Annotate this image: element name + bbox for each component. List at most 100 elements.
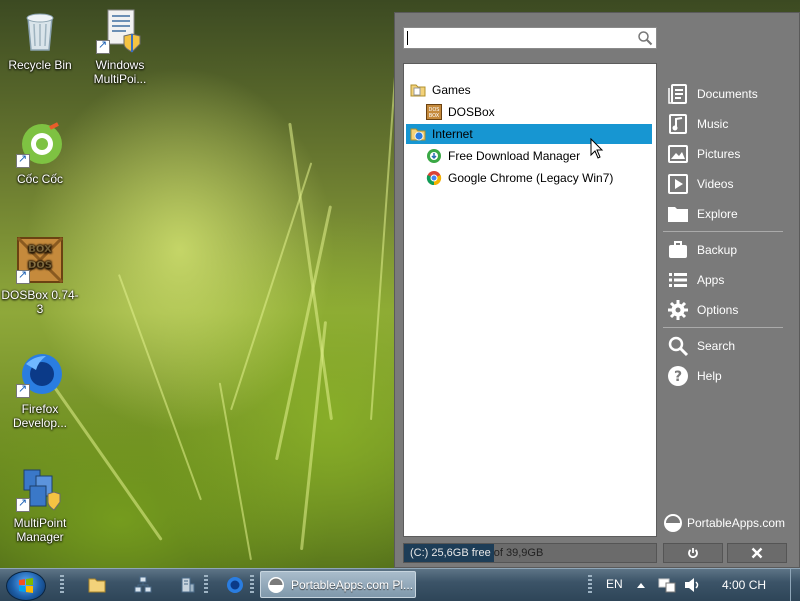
- quicklaunch-firefox[interactable]: [222, 573, 248, 597]
- multipoint-doc-icon: [96, 6, 144, 54]
- menu-options-label: Options: [697, 303, 739, 317]
- menu-search[interactable]: Search: [667, 333, 791, 359]
- menu-backup-label: Backup: [697, 243, 738, 257]
- menu-videos-label: Videos: [697, 177, 734, 191]
- desktop-icon-label: MultiPoint Manager: [13, 516, 67, 544]
- portableapps-logo-icon: [664, 514, 682, 532]
- tree-item-dosbox[interactable]: DOS BOX DOSBox: [426, 102, 650, 122]
- recycle-bin-icon: [16, 6, 64, 54]
- quicklaunch-server[interactable]: [174, 573, 200, 597]
- tree-item-google-chrome[interactable]: Google Chrome (Legacy Win7): [426, 168, 650, 188]
- desktop-icon-coccoc[interactable]: Cốc Cốc: [0, 120, 80, 186]
- menu-videos[interactable]: Videos: [667, 171, 791, 197]
- network-status-icon[interactable]: [658, 577, 676, 593]
- menu-apps[interactable]: Apps: [667, 267, 791, 293]
- shortcut-arrow-icon: [16, 496, 30, 512]
- volume-icon[interactable]: [684, 577, 702, 593]
- svg-text:BOX: BOX: [28, 244, 52, 255]
- menu-documents[interactable]: Documents: [667, 81, 791, 107]
- menu-pictures[interactable]: Pictures: [667, 141, 791, 167]
- menu-backup[interactable]: Backup: [667, 237, 791, 263]
- portableapps-logo-icon: [268, 576, 284, 593]
- chrome-icon: [426, 170, 442, 186]
- taskbar-task-label: PortableApps.com Pl...: [291, 577, 414, 592]
- menu-pictures-label: Pictures: [697, 147, 741, 161]
- tree-label: Games: [432, 83, 471, 97]
- tree-folder-internet[interactable]: Internet: [406, 124, 652, 144]
- portableapps-brand[interactable]: PortableApps.com: [663, 513, 785, 533]
- start-button[interactable]: [6, 571, 46, 601]
- desktop-icon-multipoint-manager[interactable]: MultiPoint Manager: [0, 464, 80, 544]
- server-icon: [181, 577, 195, 593]
- quicklaunch-explorer[interactable]: [84, 573, 110, 597]
- drive-total-text: of 39,9GB: [490, 547, 544, 559]
- menu-music[interactable]: Music: [667, 111, 791, 137]
- portableapps-menu: Games DOS BOX DOSBox Internet Free Downlo…: [394, 12, 800, 568]
- desktop-icon-label: DOSBox 0.74-3: [1, 288, 79, 316]
- menu-music-label: Music: [697, 117, 729, 131]
- taskbar-portableapps-task[interactable]: PortableApps.com Pl...: [260, 571, 416, 598]
- menu-explore[interactable]: Explore: [667, 201, 791, 227]
- desktop-icon-firefox-dev[interactable]: Firefox Develop...: [0, 350, 80, 430]
- network-icon: [134, 576, 152, 593]
- help-icon: ?: [667, 365, 689, 387]
- clock[interactable]: 4:00 CH: [722, 578, 766, 592]
- windows-logo-icon: [19, 578, 33, 593]
- search-icon: [667, 335, 689, 357]
- menu-explore-label: Explore: [697, 207, 738, 221]
- menu-help-label: Help: [697, 369, 722, 383]
- tree-folder-games[interactable]: Games: [410, 80, 650, 100]
- videos-icon: [667, 173, 689, 195]
- dosbox-icon: BOX DOS: [16, 236, 64, 284]
- mouse-cursor-icon: [590, 138, 604, 159]
- taskbar-grip[interactable]: [250, 575, 254, 595]
- fdm-icon: [426, 148, 442, 164]
- menu-search-label: Search: [697, 339, 736, 353]
- desktop-icon-dosbox[interactable]: BOX DOS DOSBox 0.74-3: [0, 236, 80, 316]
- shortcut-arrow-icon: [16, 152, 30, 168]
- taskbar-grip[interactable]: [60, 575, 64, 595]
- menu-options[interactable]: Options: [667, 297, 791, 323]
- documents-icon: [667, 83, 689, 105]
- gear-icon: [667, 299, 689, 321]
- quicklaunch-network[interactable]: [130, 573, 156, 597]
- svg-text:?: ?: [674, 369, 682, 385]
- chevron-up-icon[interactable]: [636, 581, 646, 589]
- shortcut-arrow-icon: [16, 268, 30, 284]
- language-indicator[interactable]: EN: [606, 577, 623, 591]
- tree-label: Internet: [432, 127, 473, 141]
- menu-separator: [663, 327, 783, 328]
- desktop-icon-windows-multipoint[interactable]: Windows MultiPoi...: [80, 6, 160, 86]
- tree-label: Free Download Manager: [448, 149, 581, 163]
- internet-folder-icon: [410, 126, 426, 142]
- firefox-dev-icon: [16, 350, 64, 398]
- app-tree: Games DOS BOX DOSBox Internet Free Downlo…: [403, 63, 657, 537]
- search-icon[interactable]: [637, 30, 653, 46]
- desktop-icon-label: Cốc Cốc: [16, 172, 63, 186]
- coccoc-icon: [16, 120, 64, 168]
- tree-label: Google Chrome (Legacy Win7): [448, 171, 614, 185]
- taskbar-grip[interactable]: [588, 575, 592, 595]
- multipoint-manager-icon: [16, 464, 64, 512]
- close-button[interactable]: [727, 543, 787, 563]
- shortcut-arrow-icon: [16, 382, 30, 398]
- menu-help[interactable]: ? Help: [667, 363, 791, 389]
- taskbar: PortableApps.com Pl... EN 4:00 CH: [0, 568, 800, 601]
- shortcut-arrow-icon: [96, 38, 110, 54]
- svg-text:BOX: BOX: [429, 113, 440, 119]
- taskbar-grip[interactable]: [204, 575, 208, 595]
- drive-free-text: (C:) 25,6GB free: [410, 547, 491, 559]
- desktop-icon-recycle-bin[interactable]: Recycle Bin: [0, 6, 80, 72]
- search-input[interactable]: [403, 27, 657, 49]
- show-desktop-button[interactable]: [790, 569, 800, 601]
- briefcase-icon: [667, 239, 689, 261]
- tree-item-free-download-manager[interactable]: Free Download Manager: [426, 146, 650, 166]
- power-button[interactable]: [663, 543, 723, 563]
- close-icon: [751, 547, 763, 559]
- desktop-icon-label: Firefox Develop...: [12, 402, 68, 430]
- folder-icon: [410, 82, 426, 98]
- desktop-icon-label: Recycle Bin: [8, 58, 72, 72]
- menu-separator: [663, 231, 783, 232]
- menu-documents-label: Documents: [697, 87, 758, 101]
- desktop-icon-label: Windows MultiPoi...: [93, 58, 147, 86]
